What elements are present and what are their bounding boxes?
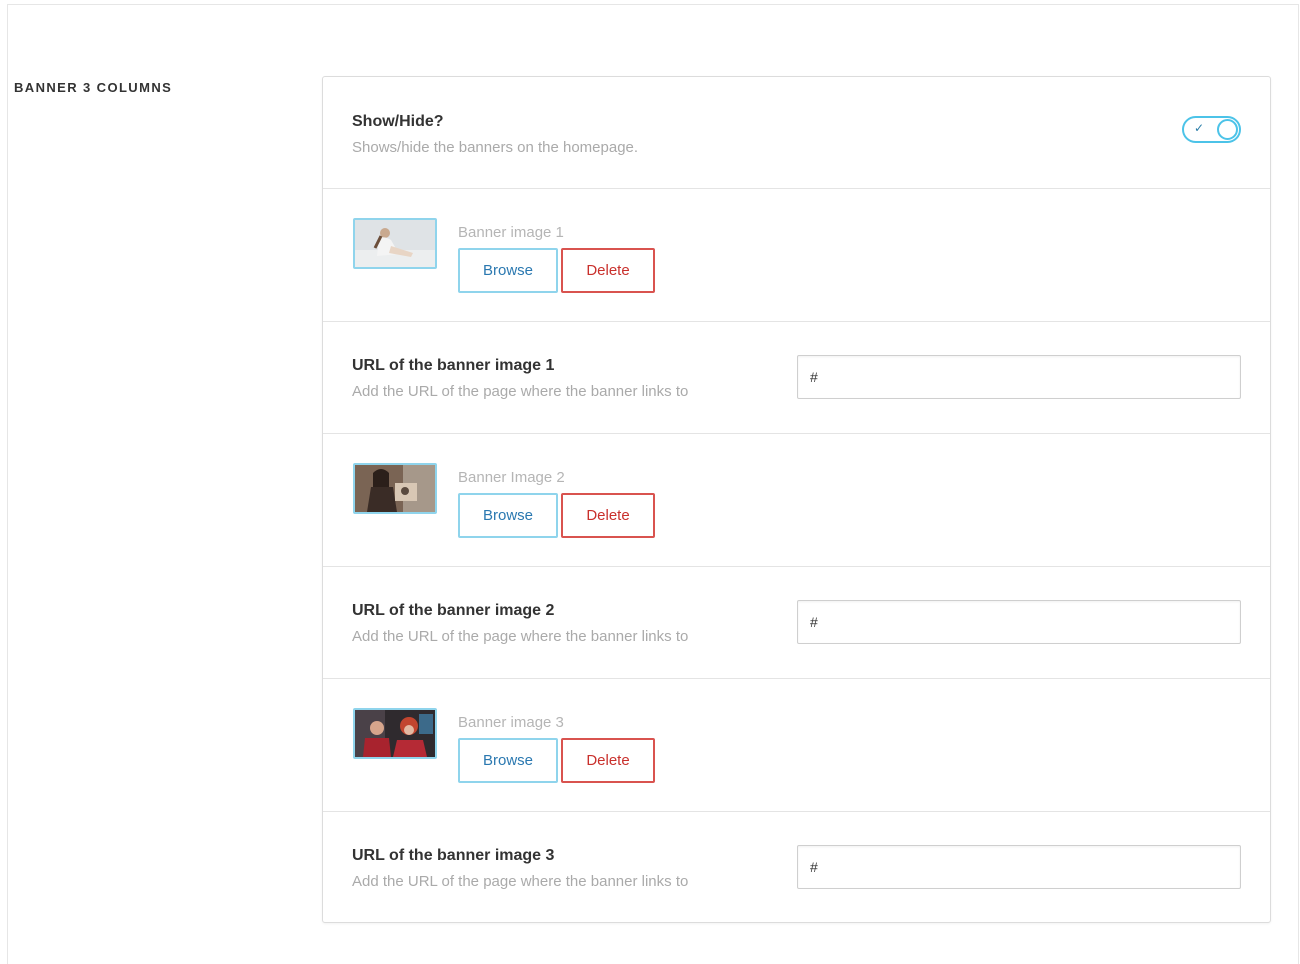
banner-url-description-1: Add the URL of the page where the banner… xyxy=(352,383,689,400)
show-hide-description: Shows/hide the banners on the homepage. xyxy=(352,139,639,156)
toggle-knob xyxy=(1217,119,1238,140)
banner-url-input-3[interactable] xyxy=(797,845,1241,889)
banner-url-input-2[interactable] xyxy=(797,600,1241,644)
show-hide-row: Show/Hide? Shows/hide the banners on the… xyxy=(323,77,1270,189)
banner-thumbnail-3 xyxy=(353,708,437,759)
section-title: BANNER 3 COLUMNS xyxy=(14,80,173,95)
banner-url-row-1: URL of the banner image 1 Add the URL of… xyxy=(323,322,1270,434)
banner-url-title-1: URL of the banner image 1 xyxy=(352,357,555,374)
banner-url-input-1[interactable] xyxy=(797,355,1241,399)
banner-url-row-3: URL of the banner image 3 Add the URL of… xyxy=(323,812,1270,922)
banner-image-row-3: Banner image 3 Browse Delete xyxy=(323,679,1270,812)
banner-url-title-2: URL of the banner image 2 xyxy=(352,602,555,619)
banner-url-description-3: Add the URL of the page where the banner… xyxy=(352,873,689,890)
banner-thumbnail-1 xyxy=(353,218,437,269)
banner-thumbnail-2 xyxy=(353,463,437,514)
banner-url-title-3: URL of the banner image 3 xyxy=(352,847,555,864)
banner-url-row-2: URL of the banner image 2 Add the URL of… xyxy=(323,567,1270,679)
delete-button-1[interactable]: Delete xyxy=(561,248,655,293)
delete-button-2[interactable]: Delete xyxy=(561,493,655,538)
banner-image-label-2: Banner Image 2 xyxy=(458,469,565,486)
show-hide-toggle[interactable]: ✓ xyxy=(1182,116,1241,143)
show-hide-title: Show/Hide? xyxy=(352,113,444,130)
browse-button-2[interactable]: Browse xyxy=(458,493,558,538)
banner-image-row-2: Banner Image 2 Browse Delete xyxy=(323,434,1270,567)
banner-image-label-3: Banner image 3 xyxy=(458,714,564,731)
delete-button-3[interactable]: Delete xyxy=(561,738,655,783)
browse-button-3[interactable]: Browse xyxy=(458,738,558,783)
banner-image-row-1: Banner image 1 Browse Delete xyxy=(323,189,1270,322)
banner-settings-panel: Show/Hide? Shows/hide the banners on the… xyxy=(322,76,1271,923)
banner-image-label-1: Banner image 1 xyxy=(458,224,564,241)
checkmark-icon: ✓ xyxy=(1194,121,1205,135)
banner-url-description-2: Add the URL of the page where the banner… xyxy=(352,628,689,645)
browse-button-1[interactable]: Browse xyxy=(458,248,558,293)
